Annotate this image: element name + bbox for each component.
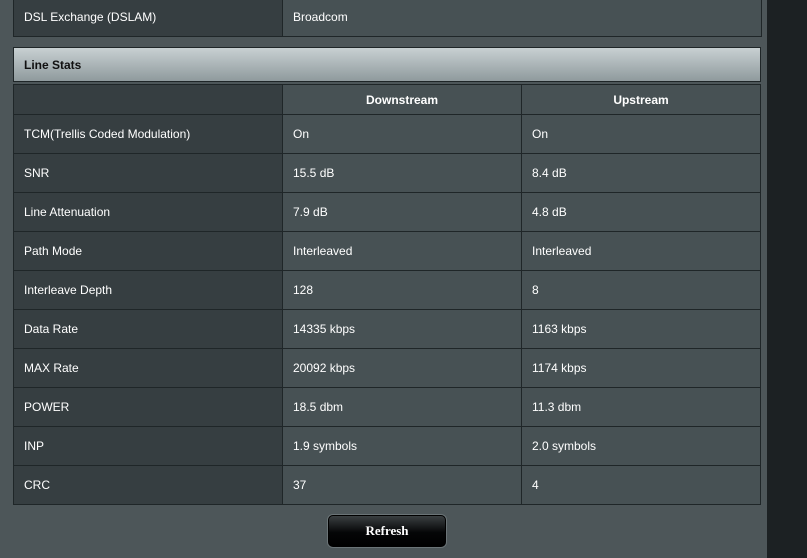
table-row: Data Rate 14335 kbps 1163 kbps (13, 309, 761, 349)
column-header-row: Downstream Upstream (13, 84, 761, 115)
refresh-button[interactable]: Refresh (328, 515, 446, 547)
row-label: TCM(Trellis Coded Modulation) (13, 114, 283, 154)
table-row: MAX Rate 20092 kbps 1174 kbps (13, 348, 761, 388)
upstream-value: 2.0 symbols (521, 426, 761, 466)
downstream-value: 15.5 dB (282, 153, 522, 193)
table-row: CRC 37 4 (13, 465, 761, 505)
downstream-value: 14335 kbps (282, 309, 522, 349)
row-label: INP (13, 426, 283, 466)
scroll-gutter (767, 0, 807, 558)
downstream-value: 1.9 symbols (282, 426, 522, 466)
row-label: POWER (13, 387, 283, 427)
downstream-value: 18.5 dbm (282, 387, 522, 427)
table-row: Interleave Depth 128 8 (13, 270, 761, 310)
table-row: INP 1.9 symbols 2.0 symbols (13, 426, 761, 466)
table-row: DSL Exchange (DSLAM) Broadcom (13, 0, 762, 37)
upstream-value: On (521, 114, 761, 154)
upstream-value: 11.3 dbm (521, 387, 761, 427)
row-label: SNR (13, 153, 283, 193)
row-label: CRC (13, 465, 283, 505)
table-row: TCM(Trellis Coded Modulation) On On (13, 114, 761, 154)
row-label: MAX Rate (13, 348, 283, 388)
upstream-value: 4 (521, 465, 761, 505)
downstream-value: On (282, 114, 522, 154)
line-stats-body: TCM(Trellis Coded Modulation) On On SNR 15.5… (13, 114, 761, 505)
downstream-value: 128 (282, 270, 522, 310)
upstream-value: Interleaved (521, 231, 761, 271)
upstream-value: 8.4 dB (521, 153, 761, 193)
row-label: Interleave Depth (13, 270, 283, 310)
column-header-downstream: Downstream (282, 84, 522, 115)
dslam-value: Broadcom (282, 0, 762, 37)
upstream-value: 8 (521, 270, 761, 310)
row-label: Data Rate (13, 309, 283, 349)
table-row: SNR 15.5 dB 8.4 dB (13, 153, 761, 193)
row-label: Line Attenuation (13, 192, 283, 232)
downstream-value: 20092 kbps (282, 348, 522, 388)
header-corner-cell (13, 84, 283, 115)
line-stats-header: Line Stats (13, 47, 761, 82)
line-stats-table: Downstream Upstream TCM(Trellis Coded Mo… (13, 84, 761, 505)
dslam-label: DSL Exchange (DSLAM) (13, 0, 283, 37)
dslam-info-table: DSL Exchange (DSLAM) Broadcom (13, 0, 762, 37)
upstream-value: 4.8 dB (521, 192, 761, 232)
upstream-value: 1174 kbps (521, 348, 761, 388)
table-row: POWER 18.5 dbm 11.3 dbm (13, 387, 761, 427)
downstream-value: 7.9 dB (282, 192, 522, 232)
downstream-value: Interleaved (282, 231, 522, 271)
downstream-value: 37 (282, 465, 522, 505)
table-row: Line Attenuation 7.9 dB 4.8 dB (13, 192, 761, 232)
row-label: Path Mode (13, 231, 283, 271)
table-row: Path Mode Interleaved Interleaved (13, 231, 761, 271)
column-header-upstream: Upstream (521, 84, 761, 115)
upstream-value: 1163 kbps (521, 309, 761, 349)
